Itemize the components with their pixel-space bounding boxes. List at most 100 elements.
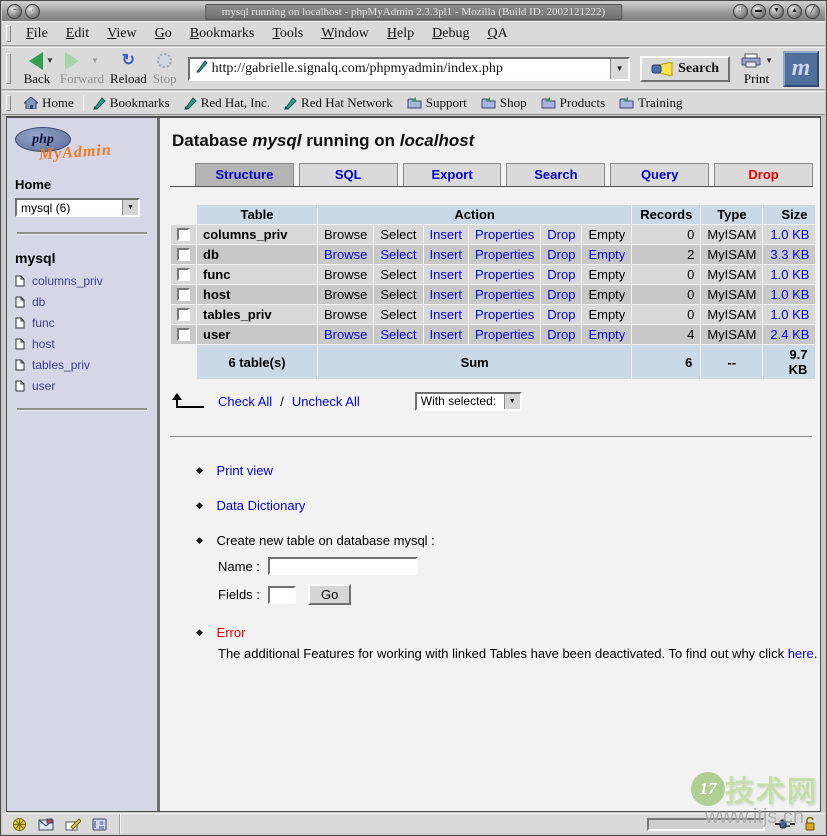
menu-debug[interactable]: Debug bbox=[423, 24, 478, 44]
menu-window[interactable]: Window bbox=[312, 24, 378, 44]
print-view-link[interactable]: Print view bbox=[217, 463, 273, 478]
tab-drop[interactable]: Drop bbox=[714, 163, 813, 186]
properties-link[interactable]: Properties bbox=[475, 247, 534, 262]
row-checkbox[interactable] bbox=[177, 328, 190, 341]
url-bar[interactable]: http://gabrielle.signalq.com/phpmyadmin/… bbox=[188, 57, 630, 81]
size-link[interactable]: 1.0 KB bbox=[770, 227, 809, 242]
window-close-icon[interactable]: ╱ bbox=[805, 4, 820, 19]
personal-toolbar-grippy[interactable] bbox=[6, 95, 11, 112]
properties-link[interactable]: Properties bbox=[475, 227, 534, 242]
tab-query[interactable]: Query bbox=[610, 163, 709, 186]
sidebar-item-func[interactable]: func bbox=[15, 316, 149, 330]
search-button[interactable]: Search bbox=[640, 56, 730, 82]
insert-link[interactable]: Insert bbox=[430, 327, 463, 342]
with-selected-select[interactable]: With selected: ▼ bbox=[415, 392, 522, 411]
print-dropdown-icon[interactable]: ▼ bbox=[765, 56, 773, 65]
size-link[interactable]: 1.0 KB bbox=[770, 287, 809, 302]
menu-view[interactable]: View bbox=[98, 24, 146, 44]
menubar-grippy[interactable] bbox=[6, 25, 11, 42]
row-checkbox[interactable] bbox=[177, 308, 190, 321]
drop-link[interactable]: Drop bbox=[547, 287, 575, 302]
data-dictionary-link[interactable]: Data Dictionary bbox=[217, 498, 306, 513]
insert-link[interactable]: Insert bbox=[430, 287, 463, 302]
drop-link[interactable]: Drop bbox=[547, 327, 575, 342]
tab-search[interactable]: Search bbox=[506, 163, 605, 186]
window-lower-icon[interactable]: ▼ bbox=[769, 4, 784, 19]
navbar-grippy[interactable] bbox=[6, 53, 11, 84]
window-shade-icon[interactable]: ▬ bbox=[751, 4, 766, 19]
bookmark-shop[interactable]: Shop bbox=[474, 92, 534, 114]
url-dropdown-icon[interactable]: ▼ bbox=[610, 59, 628, 79]
menu-file[interactable]: File bbox=[17, 24, 57, 44]
forward-button[interactable]: ▼ Forward bbox=[57, 50, 107, 88]
sidebar-item-columns_priv[interactable]: columns_priv bbox=[15, 274, 149, 288]
address-book-icon[interactable] bbox=[92, 818, 107, 831]
sidebar-item-tables_priv[interactable]: tables_priv bbox=[15, 358, 149, 372]
tab-structure[interactable]: Structure bbox=[195, 163, 294, 186]
back-dropdown-icon[interactable]: ▼ bbox=[46, 56, 54, 65]
drop-link[interactable]: Drop bbox=[547, 227, 575, 242]
url-bookmark-icon[interactable] bbox=[195, 59, 208, 78]
row-checkbox[interactable] bbox=[177, 248, 190, 261]
bookmark-training[interactable]: Training bbox=[612, 92, 689, 114]
row-checkbox[interactable] bbox=[177, 228, 190, 241]
window-menu-button[interactable]: − bbox=[7, 4, 22, 19]
uncheck-all-link[interactable]: Uncheck All bbox=[292, 394, 360, 409]
properties-link[interactable]: Properties bbox=[475, 267, 534, 282]
select-link[interactable]: Select bbox=[380, 247, 416, 262]
menu-tools[interactable]: Tools bbox=[263, 24, 312, 44]
insert-link[interactable]: Insert bbox=[430, 267, 463, 282]
table-name-input[interactable] bbox=[268, 557, 418, 575]
reload-button[interactable]: ↻ Reload bbox=[107, 50, 150, 88]
tab-sql[interactable]: SQL bbox=[299, 163, 398, 186]
stop-button[interactable]: Stop bbox=[150, 50, 180, 88]
navigator-icon[interactable] bbox=[12, 817, 27, 832]
tab-export[interactable]: Export bbox=[403, 163, 502, 186]
select-link[interactable]: Select bbox=[380, 327, 416, 342]
insert-link[interactable]: Insert bbox=[430, 227, 463, 242]
row-checkbox[interactable] bbox=[177, 288, 190, 301]
window-raise-icon[interactable]: ▲ bbox=[787, 4, 802, 19]
empty-link[interactable]: Empty bbox=[588, 327, 625, 342]
drop-link[interactable]: Drop bbox=[547, 307, 575, 322]
properties-link[interactable]: Properties bbox=[475, 327, 534, 342]
size-link[interactable]: 1.0 KB bbox=[770, 267, 809, 282]
go-button[interactable]: Go bbox=[308, 584, 351, 605]
composer-icon[interactable] bbox=[65, 818, 81, 831]
insert-link[interactable]: Insert bbox=[430, 247, 463, 262]
bookmark-bookmarks[interactable]: Bookmarks bbox=[86, 92, 177, 114]
menu-go[interactable]: Go bbox=[146, 24, 181, 44]
properties-link[interactable]: Properties bbox=[475, 307, 534, 322]
url-input[interactable]: http://gabrielle.signalq.com/phpmyadmin/… bbox=[212, 61, 610, 77]
sidebar-item-host[interactable]: host bbox=[15, 337, 149, 351]
check-all-link[interactable]: Check All bbox=[218, 394, 272, 409]
mail-icon[interactable] bbox=[38, 818, 54, 831]
bookmark-redhat-inc[interactable]: Red Hat, Inc. bbox=[177, 92, 277, 114]
browse-link[interactable]: Browse bbox=[324, 247, 367, 262]
menu-edit[interactable]: Edit bbox=[57, 24, 98, 44]
forward-dropdown-icon[interactable]: ▼ bbox=[91, 56, 99, 65]
menu-help[interactable]: Help bbox=[378, 24, 423, 44]
bookmark-products[interactable]: Products bbox=[534, 92, 613, 114]
window-options-button[interactable]: · bbox=[25, 4, 40, 19]
properties-link[interactable]: Properties bbox=[475, 287, 534, 302]
sidebar-item-user[interactable]: user bbox=[15, 379, 149, 393]
drop-link[interactable]: Drop bbox=[547, 267, 575, 282]
back-button[interactable]: ▼ Back bbox=[17, 50, 57, 88]
sidebar-item-db[interactable]: db bbox=[15, 295, 149, 309]
bookmark-redhat-network[interactable]: Red Hat Network bbox=[277, 92, 400, 114]
bookmark-home[interactable]: Home bbox=[17, 92, 81, 114]
size-link[interactable]: 3.3 KB bbox=[770, 247, 809, 262]
phpmyadmin-logo[interactable]: php MyAdmin bbox=[15, 127, 125, 167]
empty-link[interactable]: Empty bbox=[588, 247, 625, 262]
database-select[interactable]: mysql (6) ▼ bbox=[15, 198, 140, 217]
error-here-link[interactable]: here bbox=[788, 646, 814, 661]
size-link[interactable]: 2.4 KB bbox=[770, 327, 809, 342]
window-maximize-icon[interactable]: ∷ bbox=[733, 4, 748, 19]
menu-bookmarks[interactable]: Bookmarks bbox=[181, 24, 264, 44]
browse-link[interactable]: Browse bbox=[324, 327, 367, 342]
print-button[interactable]: ▼ Print bbox=[740, 51, 773, 87]
menu-qa[interactable]: QA bbox=[478, 24, 516, 44]
bookmark-support[interactable]: Support bbox=[400, 92, 474, 114]
drop-link[interactable]: Drop bbox=[547, 247, 575, 262]
